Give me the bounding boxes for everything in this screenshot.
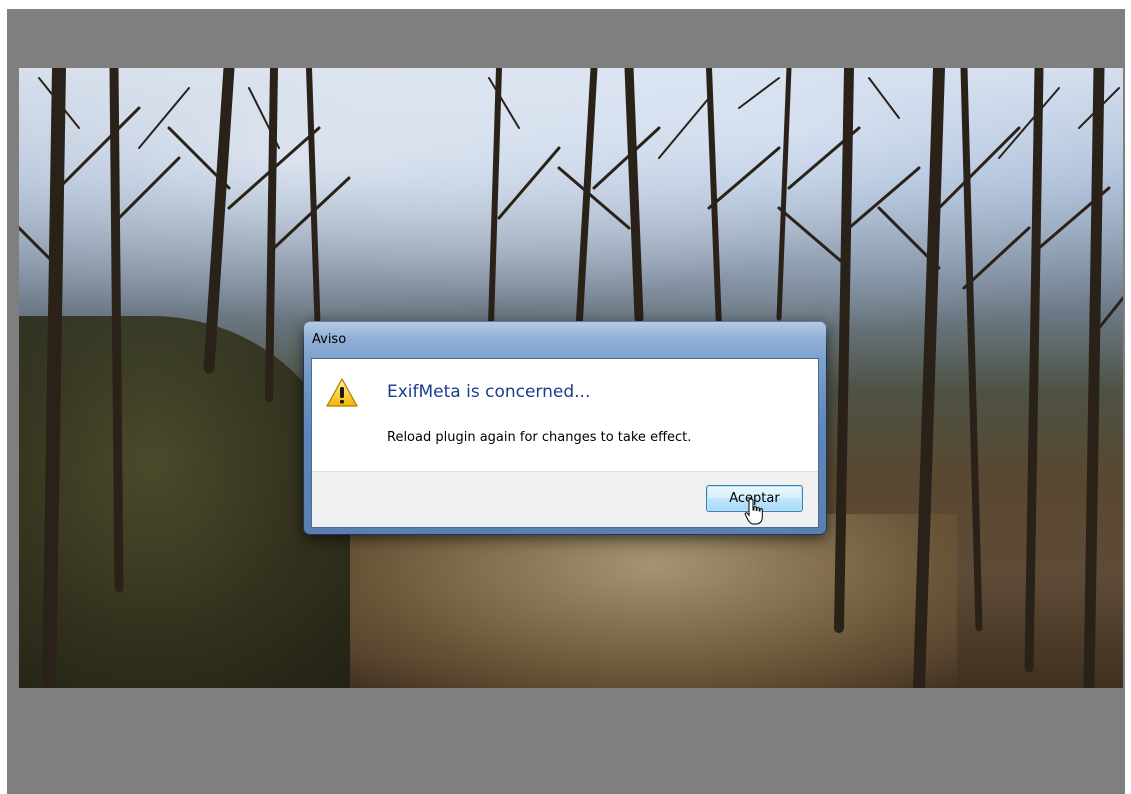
- warning-icon: [326, 378, 358, 407]
- dialog-heading: ExifMeta is concerned...: [387, 382, 591, 402]
- hand-cursor-icon: [744, 498, 763, 525]
- dialog-footer: Aceptar: [312, 471, 818, 527]
- dialog-content: ExifMeta is concerned... Reload plugin a…: [311, 358, 819, 528]
- dialog-message: Reload plugin again for changes to take …: [387, 430, 692, 445]
- dialog-title: Aviso: [312, 332, 347, 347]
- dialog-titlebar[interactable]: Aviso: [303, 321, 827, 358]
